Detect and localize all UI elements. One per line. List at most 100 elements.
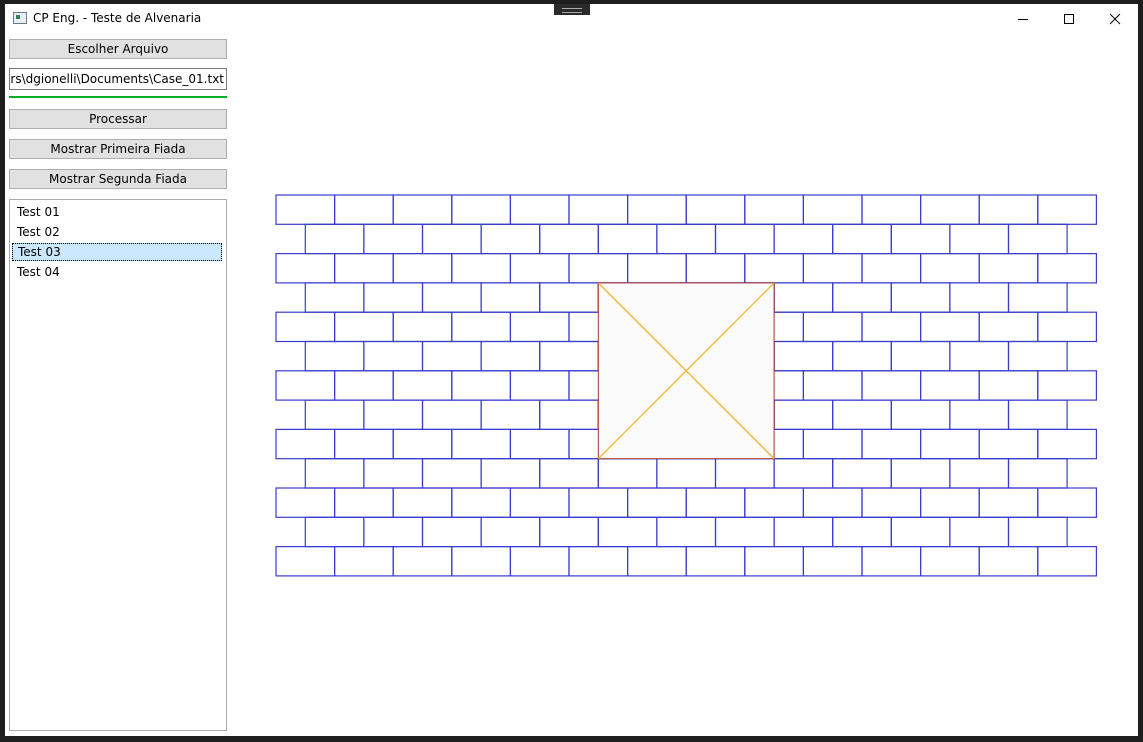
brick xyxy=(509,545,570,577)
brick xyxy=(275,545,336,577)
brick xyxy=(480,516,541,548)
brick xyxy=(832,399,892,431)
brick xyxy=(949,399,1010,431)
brick xyxy=(832,458,892,489)
brick xyxy=(334,311,394,343)
brick xyxy=(744,487,804,518)
brick xyxy=(1037,545,1098,577)
brick xyxy=(509,428,570,460)
brick xyxy=(832,516,892,548)
brick xyxy=(275,194,336,225)
brick xyxy=(626,487,687,518)
brick xyxy=(773,223,834,255)
brick xyxy=(802,370,863,401)
brick xyxy=(744,253,804,284)
brick xyxy=(392,311,453,343)
brick xyxy=(685,487,746,518)
brick xyxy=(392,487,453,518)
brick xyxy=(480,458,541,489)
brick xyxy=(451,428,511,460)
brick xyxy=(1037,487,1098,518)
brick xyxy=(773,516,834,548)
brick xyxy=(949,516,1010,548)
brick xyxy=(802,311,863,343)
brick xyxy=(275,253,336,284)
brick xyxy=(451,194,511,225)
brick xyxy=(919,487,980,518)
brick xyxy=(304,282,365,313)
brick xyxy=(304,516,365,548)
brick xyxy=(363,399,424,431)
brick xyxy=(949,223,1010,255)
brick xyxy=(1037,311,1098,343)
brick xyxy=(890,282,951,313)
brick xyxy=(714,458,775,489)
brick xyxy=(685,253,746,284)
brick xyxy=(744,545,804,577)
brick xyxy=(304,340,365,372)
brick xyxy=(421,399,482,431)
brick xyxy=(363,223,424,255)
brick xyxy=(597,223,658,255)
brick xyxy=(832,340,892,372)
brick xyxy=(1037,253,1098,284)
brick xyxy=(685,194,746,225)
brick xyxy=(919,545,980,577)
brick xyxy=(304,458,365,489)
brick xyxy=(275,370,336,401)
brick xyxy=(597,516,658,548)
brick xyxy=(656,223,717,255)
brick xyxy=(890,516,951,548)
brick xyxy=(773,282,834,313)
brick xyxy=(480,223,541,255)
brick xyxy=(890,340,951,372)
brick xyxy=(978,311,1039,343)
brick xyxy=(1037,428,1098,460)
brick xyxy=(392,253,453,284)
brick xyxy=(451,545,511,577)
brick xyxy=(363,516,424,548)
brick xyxy=(978,253,1039,284)
brick xyxy=(1007,458,1068,489)
brick xyxy=(451,487,511,518)
brick xyxy=(539,399,599,431)
brick xyxy=(392,545,453,577)
brick xyxy=(861,428,922,460)
brick xyxy=(539,223,599,255)
brick xyxy=(626,194,687,225)
brick xyxy=(949,282,1010,313)
brick xyxy=(861,545,922,577)
brick xyxy=(421,340,482,372)
brick xyxy=(509,487,570,518)
brick xyxy=(1037,370,1098,401)
brick xyxy=(304,223,365,255)
brick xyxy=(334,487,394,518)
brick xyxy=(480,340,541,372)
brick xyxy=(275,487,336,518)
brick xyxy=(861,311,922,343)
wall-canvas xyxy=(275,194,1098,577)
brick xyxy=(861,487,922,518)
brick xyxy=(978,194,1039,225)
brick xyxy=(1007,340,1068,372)
brick xyxy=(1007,282,1068,313)
brick xyxy=(363,458,424,489)
brick xyxy=(451,311,511,343)
brick xyxy=(334,194,394,225)
brick xyxy=(275,428,336,460)
brick xyxy=(802,253,863,284)
brick xyxy=(656,516,717,548)
brick xyxy=(832,223,892,255)
brick xyxy=(539,458,599,489)
brick xyxy=(421,458,482,489)
brick xyxy=(626,545,687,577)
brick xyxy=(978,370,1039,401)
brick xyxy=(978,545,1039,577)
brick xyxy=(334,545,394,577)
brick xyxy=(773,340,834,372)
brick xyxy=(919,194,980,225)
brick xyxy=(421,282,482,313)
brick xyxy=(773,458,834,489)
brick xyxy=(363,282,424,313)
brick xyxy=(421,516,482,548)
